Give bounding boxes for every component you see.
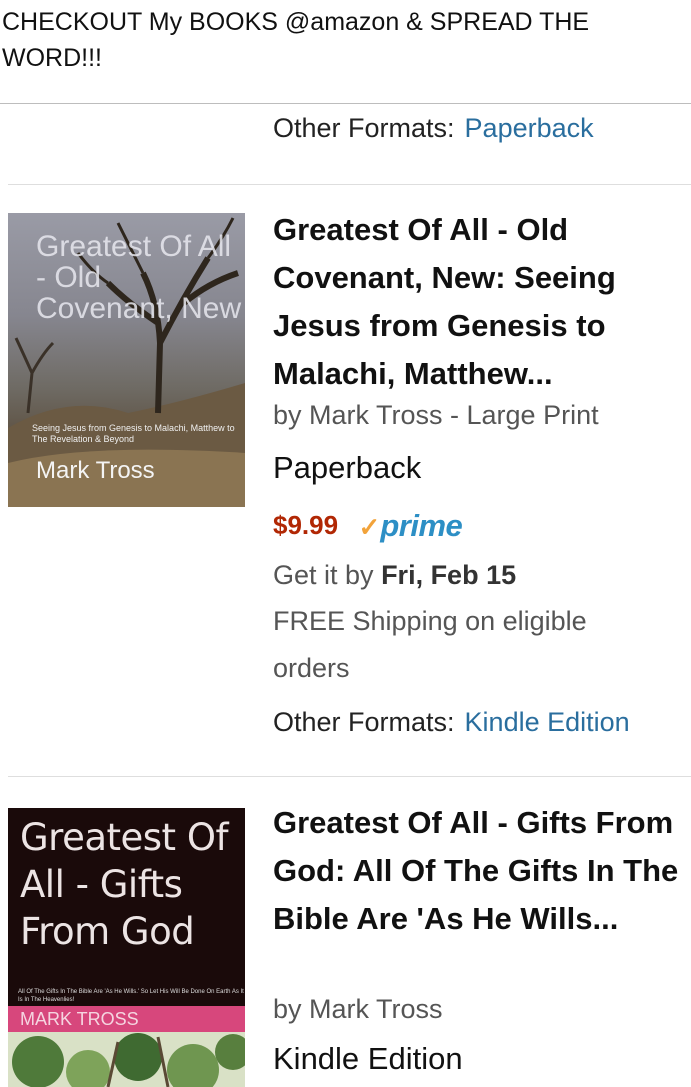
book-title-link[interactable]: Greatest Of All - Old Covenant, New: See… bbox=[273, 206, 688, 398]
cover-author-band: MARK TROSS bbox=[8, 1006, 245, 1032]
cover-author: Mark Tross bbox=[36, 457, 155, 484]
delivery-date: Fri, Feb 15 bbox=[381, 560, 517, 590]
caption-divider bbox=[0, 103, 691, 104]
book-price: $9.99 bbox=[273, 510, 339, 540]
delivery-prefix: Get it by bbox=[273, 560, 374, 590]
other-formats-row: Other Formats: Kindle Edition bbox=[273, 707, 630, 738]
cover-title: Greatest Of All - Old Covenant, New bbox=[36, 230, 242, 325]
book-binding-link[interactable]: Paperback bbox=[273, 450, 421, 486]
cover-subtitle: All Of The Gifts In The Bible Are 'As He… bbox=[18, 989, 244, 1003]
other-formats-label: Other Formats: bbox=[273, 707, 455, 737]
price-row: $9.99 ✓prime bbox=[273, 508, 463, 544]
other-formats-row: Other Formats: Paperback bbox=[273, 113, 594, 144]
result-divider bbox=[8, 184, 691, 185]
post-caption: CHECKOUT My BOOKS @amazon & SPREAD THE W… bbox=[2, 8, 590, 72]
result-divider bbox=[8, 776, 691, 777]
prime-check-icon: ✓ bbox=[358, 512, 381, 542]
cover-title: Greatest Of All - Gifts From God bbox=[20, 816, 228, 953]
prime-badge: ✓prime bbox=[359, 508, 463, 544]
delivery-line: Get it by Fri, Feb 15 bbox=[273, 552, 653, 599]
book-byline: by Mark Tross bbox=[273, 994, 443, 1024]
other-formats-kindle-link[interactable]: Kindle Edition bbox=[465, 707, 630, 737]
book-binding-link[interactable]: Kindle Edition bbox=[273, 1041, 463, 1077]
cover-author: MARK TROSS bbox=[20, 1009, 139, 1029]
book-byline: by Mark Tross - Large Print bbox=[273, 400, 599, 430]
cover-foliage-photo bbox=[8, 1032, 245, 1087]
cover-subtitle: Seeing Jesus from Genesis to Malachi, Ma… bbox=[32, 423, 235, 444]
book-cover-gifts-from-god[interactable]: Greatest Of All - Gifts From God All Of … bbox=[8, 808, 245, 1087]
other-formats-label: Other Formats: bbox=[273, 113, 455, 143]
book-cover-old-covenant[interactable]: Greatest Of All - Old Covenant, New Seei… bbox=[8, 213, 245, 507]
book-title-link[interactable]: Greatest Of All - Gifts From God: All Of… bbox=[273, 799, 688, 943]
shipping-note: FREE Shipping on eligible orders bbox=[273, 606, 587, 683]
other-formats-paperback-link[interactable]: Paperback bbox=[465, 113, 594, 143]
prime-logo-text: prime bbox=[380, 508, 463, 543]
